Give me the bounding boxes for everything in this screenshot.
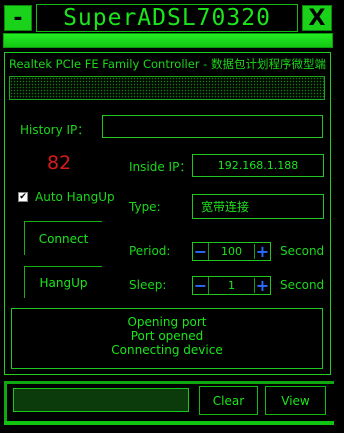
- log-panel: Opening port Port opened Connecting devi…: [11, 308, 323, 369]
- footer-strip: [4, 421, 334, 425]
- period-unit: Second: [280, 244, 325, 258]
- counter-value: 82: [47, 152, 72, 174]
- clear-button[interactable]: Clear: [199, 386, 258, 415]
- type-label: Type:: [129, 200, 161, 214]
- inside-ip-label: Inside IP：: [129, 160, 192, 174]
- period-plus-button[interactable]: +: [254, 243, 270, 259]
- sleep-value[interactable]: 1: [208, 277, 254, 294]
- hangup-button[interactable]: HangUp: [24, 266, 102, 298]
- log-line: Connecting device: [111, 343, 223, 357]
- header-bar: [3, 33, 333, 48]
- sleep-stepper: − 1 +: [192, 276, 271, 295]
- sleep-minus-button[interactable]: −: [193, 277, 208, 293]
- log-line: Port opened: [130, 329, 204, 343]
- view-button[interactable]: View: [265, 386, 326, 415]
- period-minus-button[interactable]: −: [193, 243, 208, 259]
- sleep-label: Sleep:: [129, 278, 167, 292]
- type-field[interactable]: 宽带连接: [192, 194, 324, 219]
- auto-hangup-label: Auto HangUp: [35, 190, 115, 204]
- minimize-button[interactable]: -: [4, 5, 32, 31]
- inside-ip-field[interactable]: 192.168.1.188: [192, 154, 324, 177]
- period-stepper: − 100 +: [192, 242, 271, 261]
- connect-button[interactable]: Connect: [24, 221, 102, 255]
- period-value[interactable]: 100: [208, 243, 254, 260]
- sleep-unit: Second: [280, 278, 325, 292]
- adapter-name: Realtek PCIe FE Family Controller - 数据包计…: [8, 57, 326, 71]
- history-ip-field[interactable]: [102, 115, 323, 138]
- sleep-plus-button[interactable]: +: [254, 277, 270, 293]
- log-line: Opening port: [127, 315, 207, 329]
- close-button[interactable]: X: [302, 5, 332, 31]
- period-label: Period:: [129, 244, 171, 258]
- history-ip-label: History IP：: [20, 123, 90, 137]
- auto-hangup-checkbox[interactable]: ✔: [18, 192, 28, 202]
- progress-bar: [13, 388, 189, 412]
- status-display: [9, 76, 325, 100]
- app-title: SuperADSL70320: [36, 4, 298, 32]
